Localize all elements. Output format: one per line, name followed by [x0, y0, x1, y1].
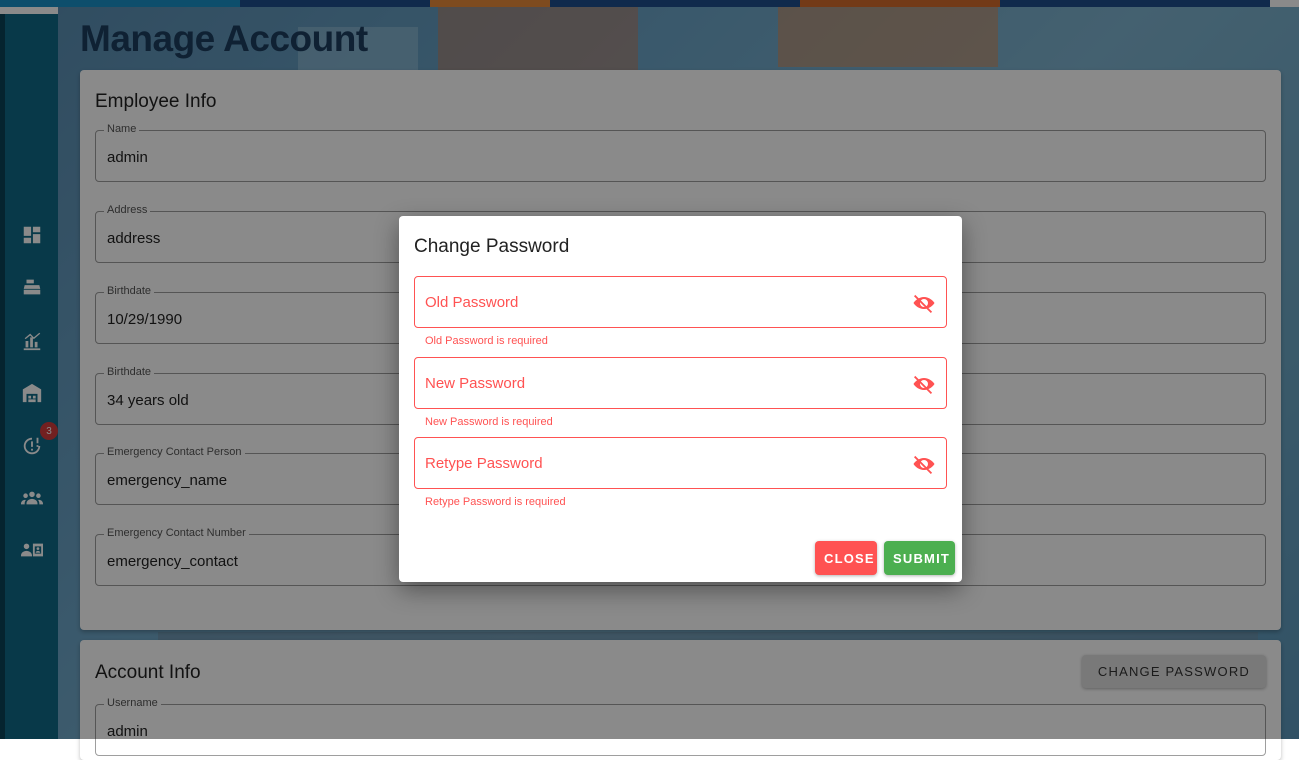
close-button[interactable]: CLOSE	[815, 541, 877, 575]
dialog-title: Change Password	[414, 236, 570, 257]
submit-button[interactable]: SUBMIT	[884, 541, 955, 575]
retype-password-error: Retype Password is required	[425, 496, 566, 508]
retype-password-placeholder: Retype Password	[425, 455, 543, 472]
eye-off-icon[interactable]	[912, 452, 936, 476]
new-password-placeholder: New Password	[425, 375, 526, 392]
new-password-input[interactable]: New Password	[414, 357, 947, 409]
change-password-dialog: Change Password Old Password Old Passwor…	[399, 216, 962, 582]
retype-password-input[interactable]: Retype Password	[414, 437, 947, 489]
eye-off-icon[interactable]	[912, 291, 936, 315]
eye-off-icon[interactable]	[912, 372, 936, 396]
old-password-error: Old Password is required	[425, 335, 548, 347]
old-password-placeholder: Old Password	[425, 294, 519, 311]
new-password-error: New Password is required	[425, 416, 553, 428]
old-password-input[interactable]: Old Password	[414, 276, 947, 328]
